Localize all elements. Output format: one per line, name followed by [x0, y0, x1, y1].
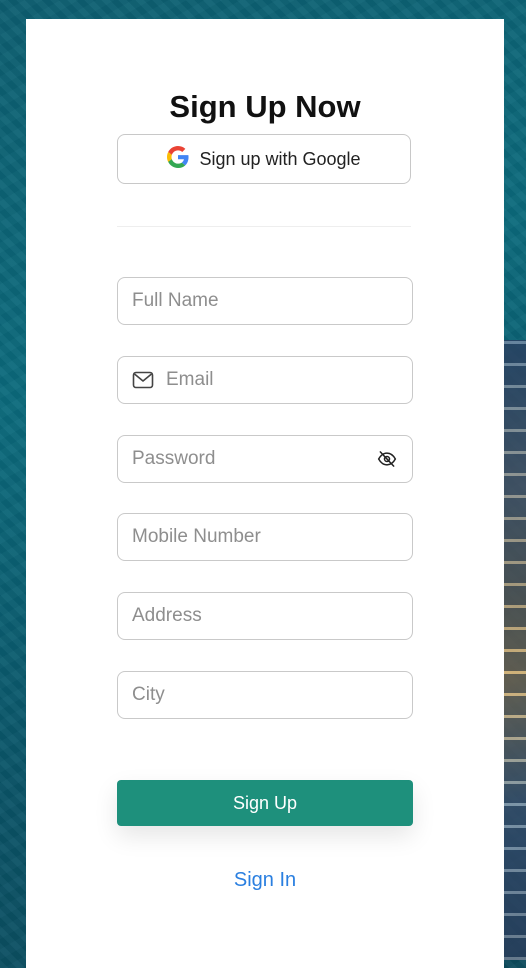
address-field[interactable]	[117, 592, 413, 640]
google-signup-label: Sign up with Google	[199, 148, 361, 169]
divider	[117, 226, 411, 227]
signup-card: Sign Up Now Sign up with Google Full Nam…	[26, 19, 504, 968]
mobile-number-field[interactable]	[117, 513, 413, 561]
password-field[interactable]	[117, 435, 413, 483]
google-icon	[167, 145, 189, 173]
full-name-field[interactable]	[117, 277, 413, 325]
full-name-input[interactable]	[132, 290, 398, 312]
page-title: Sign Up Now	[169, 89, 361, 124]
mobile-number-input[interactable]	[132, 526, 398, 548]
sign-up-button[interactable]: Sign Up	[117, 780, 413, 826]
email-input[interactable]	[166, 369, 398, 391]
city-input[interactable]	[132, 684, 398, 706]
email-field[interactable]	[117, 356, 413, 404]
password-input[interactable]	[132, 448, 376, 470]
google-signup-button[interactable]: Sign up with Google	[117, 134, 411, 184]
address-input[interactable]	[132, 605, 398, 627]
city-field[interactable]	[117, 671, 413, 719]
sign-in-link[interactable]: Sign In	[26, 869, 504, 892]
eye-off-icon[interactable]	[376, 448, 398, 470]
mail-icon	[132, 369, 154, 391]
